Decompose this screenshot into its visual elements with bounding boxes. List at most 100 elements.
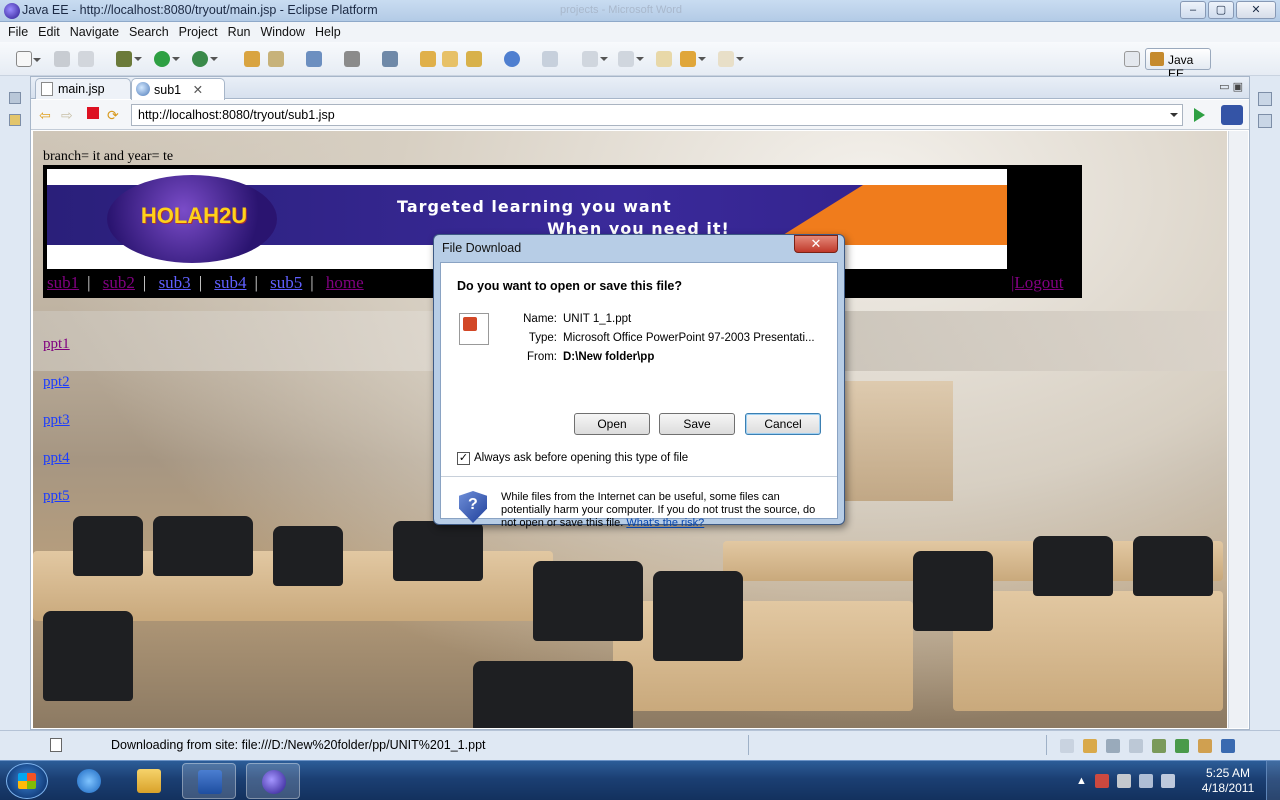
- system-clock[interactable]: 5:25 AM 4/18/2011: [1196, 766, 1260, 796]
- console-icon[interactable]: [1221, 739, 1235, 753]
- volume-icon[interactable]: [1160, 774, 1175, 788]
- pencil-icon[interactable]: [466, 51, 482, 67]
- background-chair: [1033, 536, 1113, 596]
- folder-icon[interactable]: [420, 51, 436, 67]
- taskbar-eclipse[interactable]: [246, 763, 300, 799]
- action-center-icon[interactable]: [1094, 774, 1109, 788]
- debug-icon[interactable]: [116, 51, 142, 67]
- nav-link-sub5[interactable]: sub5: [270, 273, 302, 292]
- refresh-icon[interactable]: ⟳: [107, 108, 119, 122]
- outline-icon[interactable]: [1258, 114, 1272, 128]
- open-type-icon[interactable]: [268, 51, 284, 67]
- editor-min-max[interactable]: ▭ ▣: [1219, 80, 1243, 93]
- go-icon[interactable]: [1194, 108, 1205, 122]
- close-tab-icon[interactable]: ✕: [193, 83, 203, 97]
- open-button[interactable]: Open: [574, 413, 650, 435]
- restore-icon[interactable]: [1060, 739, 1074, 753]
- start-button[interactable]: [6, 763, 48, 799]
- forward-icon[interactable]: ⇨: [61, 108, 73, 122]
- open-external-browser-icon[interactable]: [1221, 105, 1243, 125]
- forward-icon[interactable]: [718, 51, 744, 67]
- network-icon[interactable]: [1138, 774, 1153, 788]
- menu-edit[interactable]: Edit: [34, 22, 66, 42]
- servers-icon[interactable]: [1129, 739, 1143, 753]
- back-icon[interactable]: [680, 51, 706, 67]
- build-icon[interactable]: [306, 51, 322, 67]
- menu-project[interactable]: Project: [175, 22, 224, 42]
- restore-icon[interactable]: [1258, 92, 1272, 106]
- next-annotation-icon[interactable]: [582, 51, 608, 67]
- print-icon[interactable]: [78, 51, 94, 67]
- problems-icon[interactable]: [1198, 739, 1212, 753]
- menu-file[interactable]: File: [4, 22, 34, 42]
- windows-taskbar: ▲ 5:25 AM 4/18/2011: [0, 760, 1280, 800]
- nav-link-sub3[interactable]: sub3: [159, 273, 191, 292]
- taskbar-explorer[interactable]: [122, 763, 176, 799]
- fast-view-icon[interactable]: [50, 738, 62, 752]
- tab-sub1[interactable]: sub1 ✕: [131, 78, 225, 100]
- save-icon[interactable]: [54, 51, 70, 67]
- folder-icon: [137, 769, 161, 793]
- show-hidden-icons-icon[interactable]: ▲: [1076, 775, 1087, 787]
- ppt-link-1[interactable]: ppt1: [43, 336, 70, 374]
- ppt-link-5[interactable]: ppt5: [43, 488, 70, 526]
- ppt-link-2[interactable]: ppt2: [43, 374, 70, 412]
- nav-link-sub4[interactable]: sub4: [214, 273, 246, 292]
- package-explorer-icon[interactable]: [9, 114, 21, 126]
- always-ask-checkbox[interactable]: ✓: [457, 452, 470, 465]
- restore-icon[interactable]: [9, 92, 21, 104]
- back-icon[interactable]: ⇦: [39, 108, 51, 122]
- page-scrollbar[interactable]: [1228, 131, 1248, 728]
- minimize-button[interactable]: ‒: [1180, 1, 1206, 19]
- tab-main-jsp[interactable]: main.jsp: [35, 78, 131, 99]
- close-window-button[interactable]: ✕: [1236, 1, 1276, 19]
- usb-icon[interactable]: [1116, 774, 1131, 788]
- menu-help[interactable]: Help: [311, 22, 347, 42]
- run-icon[interactable]: [154, 51, 180, 67]
- external-tools-icon[interactable]: [192, 51, 218, 67]
- snippets-icon[interactable]: [1175, 739, 1189, 753]
- security-shield-icon: ?: [459, 491, 487, 523]
- nav-link-home[interactable]: home: [326, 273, 364, 292]
- nav-link-sub2[interactable]: sub2: [103, 273, 135, 292]
- cancel-button[interactable]: Cancel: [745, 413, 821, 435]
- settings-icon[interactable]: [344, 51, 360, 67]
- properties-icon[interactable]: [1106, 739, 1120, 753]
- from-label: From:: [526, 351, 557, 363]
- menu-search[interactable]: Search: [125, 22, 175, 42]
- dialog-title: File Download: [442, 241, 522, 255]
- new-server-icon[interactable]: [244, 51, 260, 67]
- background-desk: [953, 591, 1223, 711]
- task-icon[interactable]: [542, 51, 558, 67]
- menu-window[interactable]: Window: [257, 22, 311, 42]
- last-edit-icon[interactable]: [656, 51, 672, 67]
- url-input[interactable]: http://localhost:8080/tryout/sub1.jsp: [131, 104, 1183, 126]
- show-desktop-button[interactable]: [1266, 761, 1280, 800]
- open-perspective-icon[interactable]: [1124, 51, 1140, 67]
- markers-icon[interactable]: [1083, 739, 1097, 753]
- whats-the-risk-link[interactable]: What's the risk?: [626, 517, 704, 529]
- background-chair: [1133, 536, 1213, 596]
- menu-navigate[interactable]: Navigate: [66, 22, 125, 42]
- globe-icon[interactable]: [504, 51, 520, 67]
- chevron-down-icon[interactable]: [1170, 113, 1178, 121]
- dialog-close-button[interactable]: ✕: [794, 235, 838, 253]
- ppt-link-4[interactable]: ppt4: [43, 450, 70, 488]
- perspective-switcher[interactable]: Java EE: [1145, 48, 1211, 81]
- new-icon[interactable]: [16, 51, 41, 67]
- taskbar-word[interactable]: [182, 763, 236, 799]
- data-source-icon[interactable]: [1152, 739, 1166, 753]
- ppt-link-3[interactable]: ppt3: [43, 412, 70, 450]
- prev-annotation-icon[interactable]: [618, 51, 644, 67]
- logout-link[interactable]: |Logout: [1011, 273, 1064, 293]
- taskbar-internet-explorer[interactable]: [62, 763, 116, 799]
- nav-link-sub1[interactable]: sub1: [47, 273, 79, 292]
- publish-icon[interactable]: [382, 51, 398, 67]
- maximize-button[interactable]: ▢: [1208, 1, 1234, 19]
- menu-run[interactable]: Run: [224, 22, 257, 42]
- open-folder-icon[interactable]: [442, 51, 458, 67]
- save-button[interactable]: Save: [659, 413, 735, 435]
- powerpoint-file-icon: [459, 313, 489, 345]
- stop-icon[interactable]: [87, 107, 99, 119]
- background-window-title: projects - Microsoft Word: [560, 4, 683, 16]
